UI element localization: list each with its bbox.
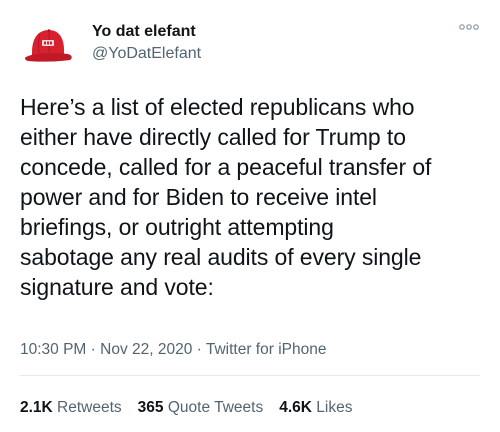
tweet-text: Here’s a list of elected republicans who…: [20, 94, 432, 300]
engagement-stats: 2.1K Retweets 365 Quote Tweets 4.6K Likes: [20, 398, 368, 418]
more-options-button[interactable]: [458, 20, 480, 34]
user-name-block: Yo dat elefant @YoDatElefant: [92, 22, 201, 64]
retweets-count: 2.1K: [20, 399, 53, 416]
quote-tweets-label: Quote Tweets: [163, 399, 264, 416]
likes-stat[interactable]: 4.6K Likes: [279, 398, 352, 418]
more-dots-icon: [459, 24, 479, 30]
divider: [20, 375, 480, 376]
avatar[interactable]: [20, 18, 76, 74]
tweet-date[interactable]: Nov 22, 2020: [100, 341, 192, 358]
meta-separator: ·: [86, 341, 101, 358]
quote-tweets-count: 365: [137, 399, 164, 416]
tweet-card: Yo dat elefant @YoDatElefant Here’s a li…: [0, 0, 500, 432]
likes-label: Likes: [311, 399, 353, 416]
likes-count: 4.6K: [279, 399, 312, 416]
tweet-time[interactable]: 10:30 PM: [20, 341, 86, 358]
meta-separator: ·: [192, 341, 206, 358]
retweets-label: Retweets: [52, 399, 122, 416]
tweet-metadata: 10:30 PM · Nov 22, 2020 · Twitter for iP…: [20, 340, 326, 360]
quote-tweets-stat[interactable]: 365 Quote Tweets: [138, 398, 264, 418]
retweets-stat[interactable]: 2.1K Retweets: [20, 398, 122, 418]
tweet-source-link[interactable]: Twitter for iPhone: [206, 341, 327, 358]
user-handle[interactable]: @YoDatElefant: [92, 44, 201, 64]
red-hat-avatar-icon: [20, 18, 76, 74]
display-name[interactable]: Yo dat elefant: [92, 22, 201, 42]
tweet-header: Yo dat elefant @YoDatElefant: [20, 18, 480, 80]
